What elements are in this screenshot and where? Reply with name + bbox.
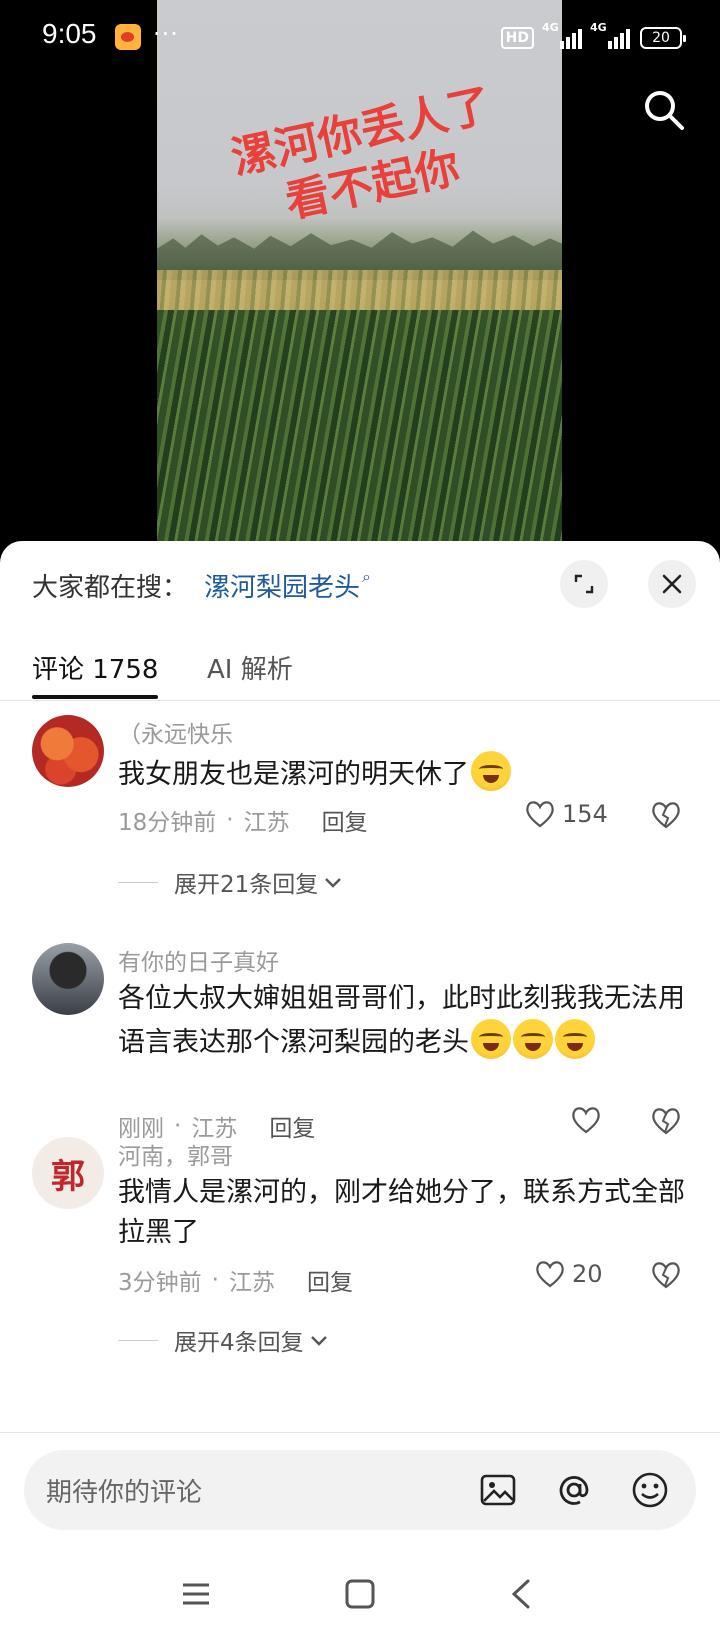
comment-body: 我情人是漯河的，刚才给她分了，联系方式全部拉黑了 <box>118 1177 685 1248</box>
crying-emoji-icon <box>513 1019 553 1059</box>
emoji-icon[interactable] <box>630 1470 670 1510</box>
like-button[interactable] <box>570 1105 602 1135</box>
heart-icon <box>526 801 554 828</box>
status-time: 9:05 <box>42 18 97 49</box>
network-label: 4G <box>542 21 559 34</box>
chevron-down-icon <box>325 878 342 888</box>
dislike-icon[interactable] <box>650 799 682 831</box>
avatar[interactable]: 郭 <box>32 1137 104 1209</box>
meta-separator: · <box>174 1113 182 1139</box>
dislike-icon[interactable] <box>650 1105 682 1137</box>
comment-input[interactable]: 期待你的评论 <box>24 1450 696 1530</box>
chevron-down-icon <box>310 1336 327 1346</box>
system-navigation-bar <box>0 1550 720 1640</box>
comment-time: 18分钟前 <box>118 810 217 836</box>
tab-comments[interactable]: 评论 1758 <box>32 649 158 686</box>
tab-ai-analysis[interactable]: AI 解析 <box>207 649 293 686</box>
signal-icon: 4G <box>542 21 582 49</box>
comment-tabs: 评论 1758 AI 解析 <box>0 637 720 701</box>
comment-meta: 18分钟前 · 江苏 回复 <box>118 803 368 837</box>
comment-location: 江苏 <box>228 1270 275 1296</box>
expand-replies-button[interactable]: 展开4条回复 <box>118 1323 330 1357</box>
back-icon[interactable] <box>504 1576 540 1612</box>
weibo-notification-icon <box>115 24 141 50</box>
reply-button[interactable]: 回复 <box>269 1109 315 1143</box>
expand-replies-label: 展开4条回复 <box>174 1330 304 1356</box>
expand-replies-button[interactable]: 展开21条回复 <box>118 865 344 899</box>
search-icon[interactable] <box>642 88 686 132</box>
home-icon[interactable] <box>342 1576 378 1612</box>
corn-stalks <box>157 310 562 545</box>
crying-emoji-icon <box>555 1019 595 1059</box>
signal-icon-2: 4G <box>590 21 630 49</box>
search-icon: ⌕ <box>362 567 371 586</box>
meta-separator: · <box>211 1267 219 1293</box>
heart-icon <box>572 1107 600 1134</box>
reply-button[interactable]: 回复 <box>307 1263 353 1297</box>
divider-dash <box>118 1339 158 1341</box>
like-count: 154 <box>562 800 608 828</box>
status-bar: 9:05 ··· HD 4G 4G 20 <box>0 0 720 76</box>
comment-meta: 3分钟前 · 江苏 回复 <box>118 1263 353 1297</box>
comment-username[interactable]: （永远快乐 <box>118 715 233 749</box>
hd-badge: HD <box>500 27 534 49</box>
video-frame[interactable]: 漯河你丢人了 看不起你 <box>157 0 562 545</box>
video-area[interactable]: 漯河你丢人了 看不起你 9:05 ··· HD 4G 4G 20 <box>0 0 720 560</box>
hot-search-bar[interactable]: 大家都在搜： 漯河梨园老头 ⌕ <box>32 565 371 605</box>
divider-dash <box>118 881 158 883</box>
meta-separator: · <box>226 807 234 833</box>
comment-body: 各位大叔大婶姐姐哥哥们，此时此刻我我无法用语言表达那个漯河梨园的老头 <box>118 983 685 1058</box>
comment-text[interactable]: 我女朋友也是漯河的明天休了 <box>118 751 688 795</box>
comment-location: 江苏 <box>243 810 290 836</box>
fullscreen-button[interactable] <box>560 560 608 608</box>
crying-emoji-icon <box>471 1019 511 1059</box>
input-divider <box>0 1432 720 1433</box>
close-button[interactable] <box>648 560 696 608</box>
comment-input-placeholder[interactable]: 期待你的评论 <box>46 1472 202 1509</box>
reply-button[interactable]: 回复 <box>322 803 368 837</box>
hot-search-term[interactable]: 漯河梨园老头 <box>204 567 360 604</box>
image-icon[interactable] <box>478 1470 518 1510</box>
comment-text[interactable]: 各位大叔大婶姐姐哥哥们，此时此刻我我无法用语言表达那个漯河梨园的老头 <box>118 979 688 1063</box>
avatar[interactable] <box>32 943 104 1015</box>
expand-icon <box>574 574 594 594</box>
at-icon[interactable] <box>554 1470 594 1510</box>
comment-body: 我女朋友也是漯河的明天休了 <box>118 759 469 790</box>
video-overlay-caption: 漯河你丢人了 看不起你 <box>180 69 555 249</box>
comment-username[interactable]: 河南，郭哥 <box>118 1137 233 1171</box>
avatar[interactable] <box>32 715 104 787</box>
comment-username[interactable]: 有你的日子真好 <box>118 943 279 977</box>
comment-time: 3分钟前 <box>118 1270 202 1296</box>
dislike-icon[interactable] <box>650 1259 682 1291</box>
like-button[interactable]: 20 <box>534 1259 603 1289</box>
close-icon <box>662 574 682 594</box>
like-button[interactable]: 154 <box>524 799 608 829</box>
laughing-crying-emoji-icon <box>471 751 511 791</box>
menu-icon[interactable] <box>178 1576 214 1612</box>
hot-search-label: 大家都在搜： <box>32 572 189 603</box>
heart-icon <box>536 1261 564 1288</box>
like-count: 20 <box>572 1260 603 1288</box>
network-label-2: 4G <box>590 21 607 34</box>
avatar-text: 郭 <box>51 1156 85 1197</box>
active-tab-indicator <box>32 695 158 699</box>
more-notifications-icon: ··· <box>153 20 179 48</box>
battery-icon: 20 <box>640 27 686 49</box>
comment-text[interactable]: 我情人是漯河的，刚才给她分了，联系方式全部拉黑了 <box>118 1173 688 1253</box>
expand-replies-label: 展开21条回复 <box>174 872 319 898</box>
status-indicators: HD 4G 4G 20 <box>500 21 686 52</box>
